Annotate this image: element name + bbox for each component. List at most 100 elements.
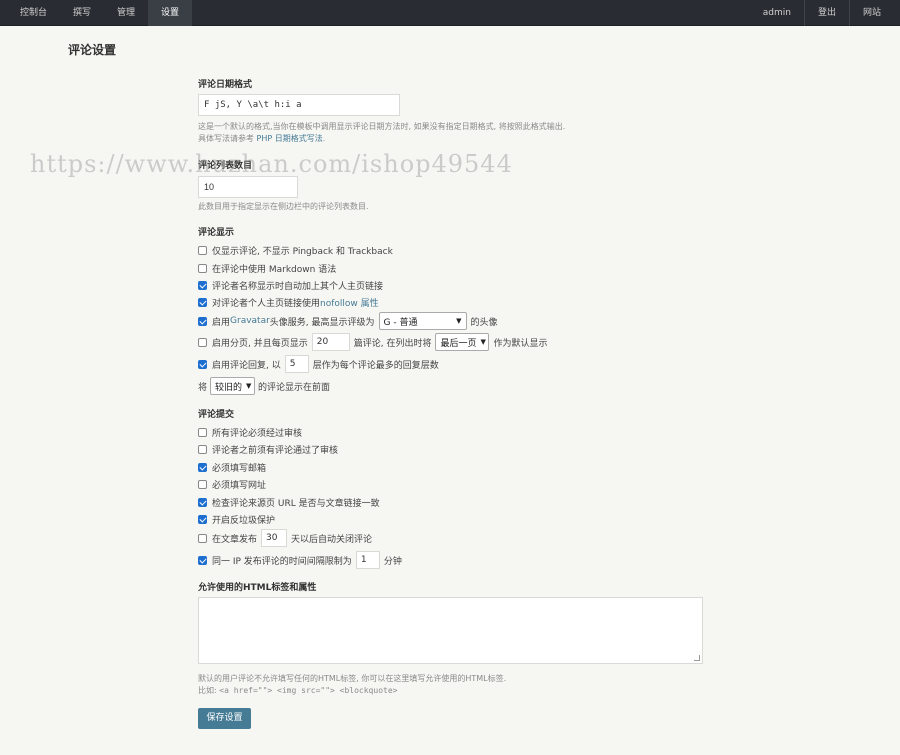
submit-option-auto-close[interactable]: 在文章发布 30 天以后自动关闭评论 xyxy=(198,529,372,547)
checkbox-checked[interactable] xyxy=(198,555,207,565)
nav-site[interactable]: 网站 xyxy=(850,0,894,26)
list-size-desc: 此数目用于指定显示在侧边栏中的评论列表数目. xyxy=(198,202,369,211)
date-format-input[interactable]: F jS, Y \a\t h:i a xyxy=(198,94,400,116)
option-text: 的头像 xyxy=(470,317,498,328)
submit-option-prior-approved[interactable]: 评论者之前须有评论通过了审核 xyxy=(198,443,338,456)
save-settings-button[interactable]: 保存设置 xyxy=(198,708,251,729)
option-text: 必须填写邮箱 xyxy=(212,464,267,474)
checkbox[interactable] xyxy=(198,428,207,437)
checkbox-checked[interactable] xyxy=(198,463,207,472)
nav-right: admin 登出 网站 xyxy=(750,0,894,26)
display-order-row: 将 较旧的 ▼ 的评论显示在前面 xyxy=(198,377,330,395)
display-option-author-link[interactable]: 评论者名称显示时自动加上其个人主页链接 xyxy=(198,279,383,292)
php-date-format-link[interactable]: PHP 日期格式写法 xyxy=(257,134,323,143)
checkbox-checked[interactable] xyxy=(198,281,207,290)
option-text: 检查评论来源页 URL 是否与文章链接一致 xyxy=(212,499,380,509)
chevron-down-icon: ▼ xyxy=(246,382,252,390)
submit-label: 评论提交 xyxy=(198,410,235,420)
default-page-select[interactable]: 最后一页 ▼ xyxy=(435,333,490,351)
display-label: 评论显示 xyxy=(198,228,235,238)
html-tags-example-code: <a href=""> <img src=""> <blockquote> xyxy=(219,686,398,695)
display-option-gravatar[interactable]: 启用 Gravatar 头像服务, 最高显示评级为 G - 普通 ▼ 的头像 xyxy=(198,312,498,330)
option-text: 启用评论回复, 以 xyxy=(212,360,281,371)
option-text: 所有评论必须经过审核 xyxy=(212,429,303,439)
top-navbar: 控制台 撰写 管理 设置 admin 登出 网站 xyxy=(0,0,900,26)
submit-option-antispam[interactable]: 开启反垃圾保护 xyxy=(198,513,275,526)
reply-depth-input[interactable]: 5 xyxy=(284,355,309,373)
watermark-text: https://www.huzhan.com/ishop49544 xyxy=(30,150,513,178)
page-title: 评论设置 xyxy=(68,43,117,57)
option-text: 层作为每个评论最多的回复层数 xyxy=(312,360,439,371)
option-text: 作为默认显示 xyxy=(493,338,548,349)
display-option-pagination[interactable]: 启用分页, 并且每页显示 20 篇评论, 在列出时将 最后一页 ▼ 作为默认显示 xyxy=(198,333,547,351)
auto-close-days-input[interactable]: 30 xyxy=(261,529,288,547)
chevron-down-icon: ▼ xyxy=(480,338,486,346)
option-text: 分钟 xyxy=(383,556,402,567)
checkbox-checked[interactable] xyxy=(198,515,207,524)
comment-order-select[interactable]: 较旧的 ▼ xyxy=(210,377,256,395)
option-text: 的评论显示在前面 xyxy=(258,382,331,393)
nav-user[interactable]: admin xyxy=(750,0,804,26)
option-text: 启用 xyxy=(212,317,231,328)
display-option-nofollow[interactable]: 对评论者个人主页链接使用 nofollow 属性 xyxy=(198,296,379,309)
html-tags-desc-line1: 默认的用户评论不允许填写任何的HTML标签, 你可以在这里填写允许使用的HTML… xyxy=(198,674,507,683)
checkbox[interactable] xyxy=(198,445,207,454)
option-text: 头像服务, 最高显示评级为 xyxy=(269,317,375,328)
nofollow-link[interactable]: nofollow 属性 xyxy=(320,296,379,309)
submit-option-time-interval[interactable]: 同一 IP 发布评论的时间间隔限制为 1 分钟 xyxy=(198,551,402,569)
list-size-input[interactable]: 10 xyxy=(198,176,298,198)
gravatar-rating-select[interactable]: G - 普通 ▼ xyxy=(378,312,467,330)
display-option-markdown[interactable]: 在评论中使用 Markdown 语法 xyxy=(198,262,336,275)
date-format-desc: 这是一个默认的格式,当你在模板中调用显示评论日期方法时, 如果没有指定日期格式,… xyxy=(198,121,718,145)
nav-write[interactable]: 撰写 xyxy=(60,0,104,26)
option-text: 天以后自动关闭评论 xyxy=(291,534,373,545)
html-tags-desc-line2: 比如: <a href=""> <img src=""> <blockquote… xyxy=(198,685,718,697)
display-option-no-pingback[interactable]: 仅显示评论, 不显示 Pingback 和 Trackback xyxy=(198,244,393,257)
display-option-threaded[interactable]: 启用评论回复, 以 5 层作为每个评论最多的回复层数 xyxy=(198,355,439,373)
gravatar-link[interactable]: Gravatar xyxy=(230,316,270,326)
submit-option-check-referer[interactable]: 检查评论来源页 URL 是否与文章链接一致 xyxy=(198,496,380,509)
date-format-desc-suffix: . xyxy=(322,134,326,143)
select-value: 最后一页 xyxy=(440,338,477,349)
option-text: 对评论者个人主页链接使用 xyxy=(212,299,321,309)
checkbox[interactable] xyxy=(198,246,207,255)
option-text: 评论者名称显示时自动加上其个人主页链接 xyxy=(212,282,384,292)
checkbox[interactable] xyxy=(198,264,207,273)
select-value: 较旧的 xyxy=(215,382,243,393)
checkbox[interactable] xyxy=(198,480,207,489)
comments-per-page-input[interactable]: 20 xyxy=(311,333,350,351)
option-text: 开启反垃圾保护 xyxy=(212,516,276,526)
resize-handle-icon[interactable] xyxy=(694,655,700,661)
checkbox[interactable] xyxy=(198,337,207,347)
checkbox-checked[interactable] xyxy=(198,316,207,326)
html-tags-label: 允许使用的HTML标签和属性 xyxy=(198,583,317,593)
nav-left: 控制台 撰写 管理 设置 xyxy=(7,0,193,26)
option-text: 在文章发布 xyxy=(212,534,258,545)
select-value: G - 普通 xyxy=(383,317,418,328)
option-text: 必须填写网址 xyxy=(212,481,267,491)
html-tags-desc-prefix: 比如: xyxy=(198,686,220,695)
checkbox-checked[interactable] xyxy=(198,359,207,369)
option-text: 在评论中使用 Markdown 语法 xyxy=(212,265,337,275)
option-text: 将 xyxy=(198,382,208,393)
html-tags-textarea[interactable] xyxy=(198,597,703,664)
submit-option-require-url[interactable]: 必须填写网址 xyxy=(198,478,266,491)
option-text: 同一 IP 发布评论的时间间隔限制为 xyxy=(212,556,352,567)
date-format-desc-line2: 具体写法请参考 PHP 日期格式写法. xyxy=(198,133,718,145)
nav-settings[interactable]: 设置 xyxy=(148,0,193,26)
checkbox-checked[interactable] xyxy=(198,298,207,307)
nav-dashboard[interactable]: 控制台 xyxy=(7,0,60,26)
list-size-label: 评论列表数目 xyxy=(198,161,253,171)
date-format-desc-line1: 这是一个默认的格式,当你在模板中调用显示评论日期方法时, 如果没有指定日期格式,… xyxy=(198,122,566,131)
nav-logout[interactable]: 登出 xyxy=(805,0,849,26)
checkbox-checked[interactable] xyxy=(198,498,207,507)
date-format-label: 评论日期格式 xyxy=(198,80,253,90)
submit-option-moderation[interactable]: 所有评论必须经过审核 xyxy=(198,426,302,439)
submit-option-require-mail[interactable]: 必须填写邮箱 xyxy=(198,461,266,474)
option-text: 评论者之前须有评论通过了审核 xyxy=(212,446,339,456)
time-interval-input[interactable]: 1 xyxy=(355,551,380,569)
nav-manage[interactable]: 管理 xyxy=(104,0,148,26)
chevron-down-icon: ▼ xyxy=(456,317,462,325)
date-format-desc-prefix: 具体写法请参考 xyxy=(198,134,257,143)
checkbox[interactable] xyxy=(198,533,207,543)
